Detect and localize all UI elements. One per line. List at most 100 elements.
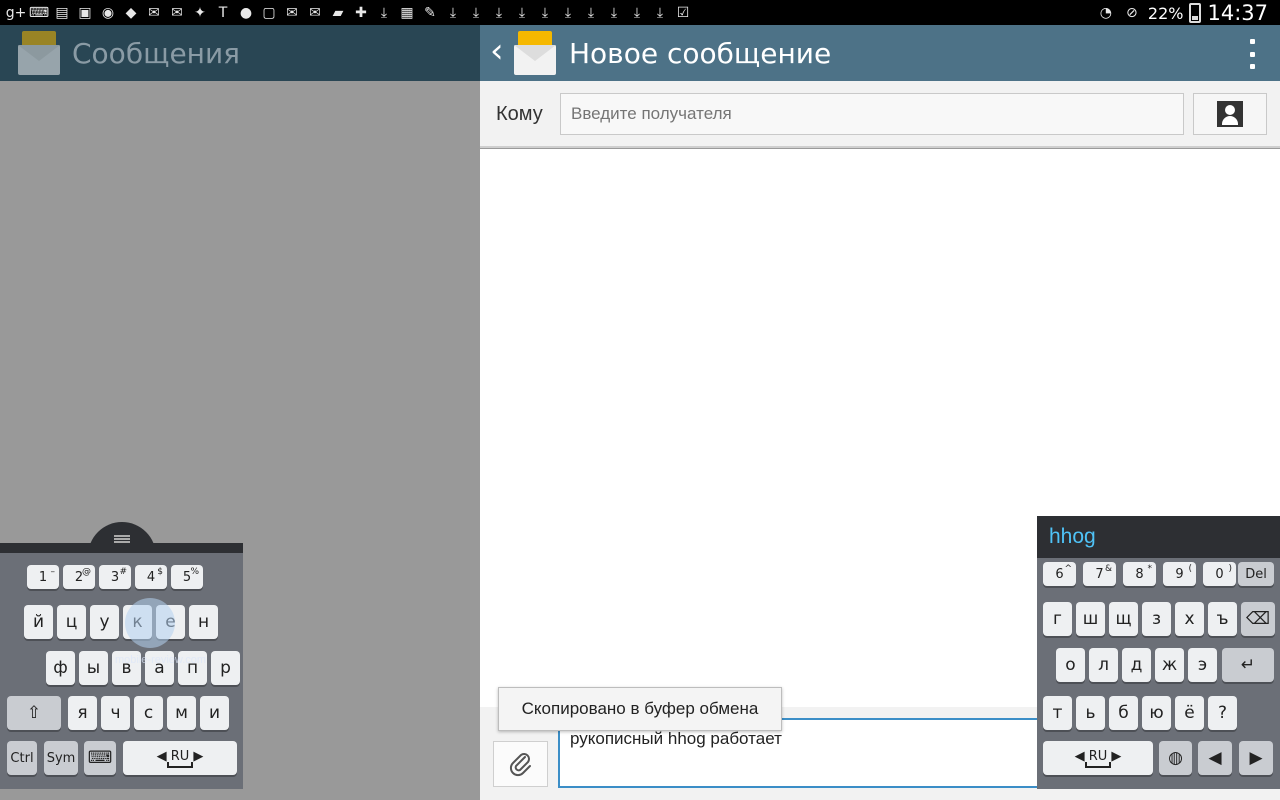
key-з[interactable]: з (1142, 602, 1171, 636)
key-а[interactable]: а (145, 651, 174, 685)
key-label: ? (1217, 703, 1228, 723)
key-6[interactable]: 6 ^ (1043, 562, 1076, 586)
key-secondary-label: ^ (1064, 564, 1072, 574)
key-ч[interactable]: ч (101, 696, 130, 730)
key-label: Ctrl (10, 750, 34, 766)
right-arrow-key[interactable]: ▶ (1239, 741, 1273, 775)
key-л[interactable]: л (1089, 648, 1118, 682)
key-label: й (32, 612, 45, 632)
attach-button[interactable] (493, 741, 548, 787)
left-arrow-key[interactable]: ◀ (1198, 741, 1232, 775)
key-в[interactable]: в (112, 651, 141, 685)
suggestion-word[interactable]: hhog (1049, 525, 1096, 548)
key-ю[interactable]: ю (1142, 696, 1171, 730)
key-р[interactable]: р (211, 651, 240, 685)
key-?[interactable]: ? (1208, 696, 1237, 730)
key-label: м (175, 703, 188, 723)
sync-icon: ✚ (355, 4, 367, 21)
download-icon: ⤓ (633, 4, 641, 21)
key-о[interactable]: о (1056, 648, 1085, 682)
key-ё[interactable]: ё (1175, 696, 1204, 730)
key-1[interactable]: 1– (27, 565, 59, 589)
delete-key[interactable]: Del (1238, 562, 1274, 586)
globe-icon[interactable]: ◍ (1159, 741, 1192, 775)
key-ш[interactable]: ш (1076, 602, 1105, 636)
key-label: ◀ (1208, 748, 1222, 768)
key-м[interactable]: м (167, 696, 196, 730)
overflow-menu-icon[interactable] (1246, 39, 1258, 69)
key-label: л (1098, 655, 1109, 675)
key-label: щ (1115, 609, 1132, 629)
key-ы[interactable]: ы (79, 651, 108, 685)
backspace-key[interactable]: ⌫ (1241, 602, 1275, 636)
new-message-header: ‹ Новое сообщение (480, 25, 1280, 81)
key-б[interactable]: б (1109, 696, 1138, 730)
ctrl-key[interactable]: Ctrl (7, 741, 37, 775)
key-label: Del (1245, 566, 1267, 582)
download-icon: ⤓ (541, 4, 549, 21)
download-icon: ⤓ (564, 4, 572, 21)
recipient-bar: Кому (480, 81, 1280, 148)
mail-icon: ✉ (286, 4, 298, 21)
key-е[interactable]: е (156, 605, 185, 639)
key-г[interactable]: г (1043, 602, 1072, 636)
key-щ[interactable]: щ (1109, 602, 1138, 636)
key-label: б (1118, 703, 1129, 723)
messages-app-icon[interactable] (514, 31, 556, 75)
download-icon: ⤓ (610, 4, 618, 21)
key-label: с (143, 703, 154, 723)
key-5[interactable]: 5% (171, 565, 203, 589)
key-ф[interactable]: ф (46, 651, 75, 685)
key-label: ы (86, 658, 101, 678)
messages-header: Сообщения (0, 25, 480, 81)
key-label: ч (110, 703, 121, 723)
key-н[interactable]: н (189, 605, 218, 639)
language-switch-key[interactable]: ◀ RU ▶ (123, 741, 237, 775)
shift-key[interactable]: ⇧ (7, 696, 61, 730)
key-secondary-label: @ (82, 567, 91, 577)
mail-icon: ✉ (309, 4, 321, 21)
space-icon (167, 761, 193, 768)
messages-title: Сообщения (72, 37, 241, 70)
screen: { "status_bar": { "notification_icons": … (0, 0, 1280, 800)
key-7[interactable]: 7 & (1083, 562, 1116, 586)
key-я[interactable]: я (68, 696, 97, 730)
key-к[interactable]: к (123, 605, 152, 639)
enter-key[interactable]: ↵ (1222, 648, 1274, 682)
key-ь[interactable]: ь (1076, 696, 1105, 730)
key-й[interactable]: й (24, 605, 53, 639)
key-э[interactable]: э (1188, 648, 1217, 682)
recipient-input[interactable] (560, 93, 1184, 135)
do-not-disturb-icon: ⊘ (1126, 5, 1138, 21)
key-ъ[interactable]: ъ (1208, 602, 1237, 636)
key-ц[interactable]: ц (57, 605, 86, 639)
floating-keyboard-left: 1–2 @3 #4 $5% й ц у к е н ф ы в а п р ⇧ я ч с м и Ctrl Sym ⌨ ◀ RU… (0, 543, 243, 789)
language-switch-key[interactable]: ◀ RU ▶ (1043, 741, 1153, 775)
key-2[interactable]: 2 @ (63, 565, 95, 589)
key-3[interactable]: 3 # (99, 565, 131, 589)
key-т[interactable]: т (1043, 696, 1072, 730)
image-icon: ▣ (78, 4, 92, 21)
key-с[interactable]: с (134, 696, 163, 730)
add-contact-button[interactable] (1193, 93, 1267, 135)
key-label: ё (1184, 703, 1195, 723)
key-label: Sym (46, 750, 76, 766)
sym-key[interactable]: Sym (44, 741, 78, 775)
key-х[interactable]: х (1175, 602, 1204, 636)
key-label: 0 (1215, 566, 1224, 582)
key-8[interactable]: 8 * (1123, 562, 1156, 586)
key-д[interactable]: д (1122, 648, 1151, 682)
key-и[interactable]: и (200, 696, 229, 730)
key-ж[interactable]: ж (1155, 648, 1184, 682)
key-label: ▶ (1249, 748, 1263, 768)
notification-icons: g+ ⌨ ▤ ▣ ◉ ◆ ✉ ✉ ✦ T ● ▢ ✉ ✉ ▰ ✚ ⤓ ▦ ✎ ⤓ ⤓ ⤓ ⤓ ⤓ ⤓ ⤓ ⤓ ⤓ ⤓ ☑ (6, 3, 693, 22)
back-chevron-icon[interactable]: ‹ (490, 34, 510, 69)
key-п[interactable]: п (178, 651, 207, 685)
keyboard-icon[interactable]: ⌨ (84, 741, 116, 775)
key-0[interactable]: 0) (1203, 562, 1236, 586)
dropbox-icon: ◆ (125, 4, 137, 21)
key-9[interactable]: 9( (1163, 562, 1196, 586)
key-у[interactable]: у (90, 605, 119, 639)
key-4[interactable]: 4 $ (135, 565, 167, 589)
messages-app-icon[interactable] (18, 31, 60, 75)
